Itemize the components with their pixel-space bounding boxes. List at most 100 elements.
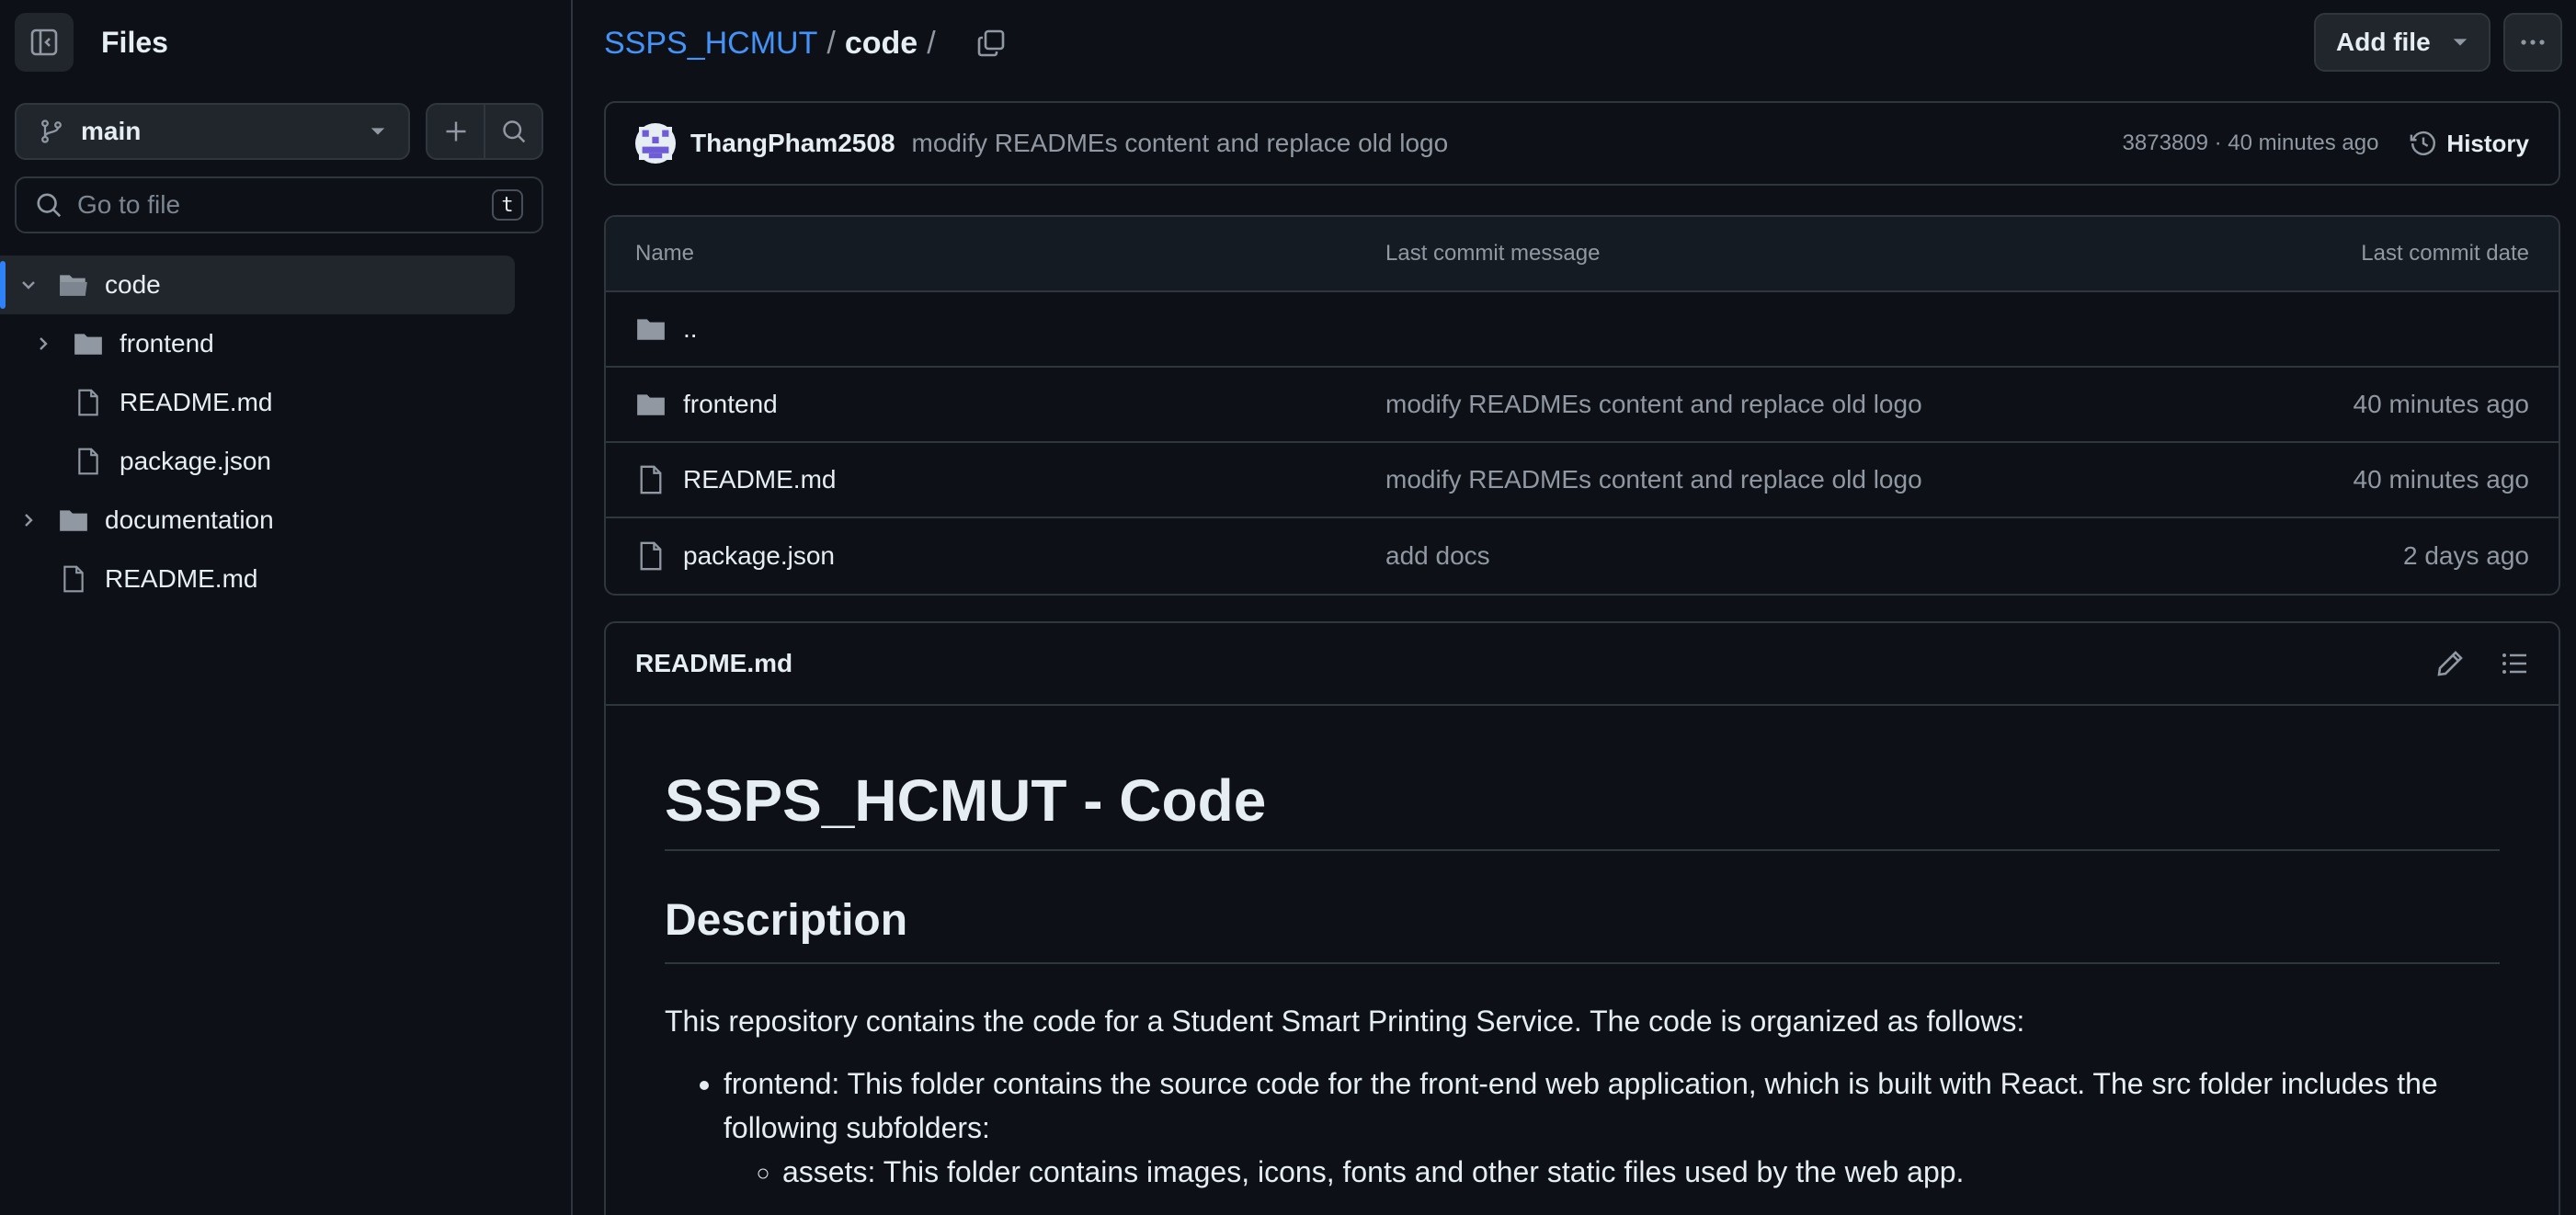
search-tree-button[interactable]	[485, 105, 541, 158]
file-link[interactable]: README.md	[683, 465, 836, 494]
file-icon	[70, 448, 107, 475]
history-button[interactable]: History	[2410, 130, 2529, 158]
copy-path-button[interactable]	[976, 28, 1006, 58]
readme-h1: SSPS_HCMUT - Code	[665, 706, 2500, 852]
tree-item-label: README.md	[120, 388, 273, 416]
breadcrumb-repo-link[interactable]: SSPS_HCMUT	[604, 26, 817, 62]
commit-message-link[interactable]: modify READMEs content and replace old l…	[1385, 390, 2228, 419]
column-date: Last commit date	[2361, 241, 2529, 266]
table-row[interactable]: README.md modify READMEs content and rep…	[606, 443, 2559, 518]
history-label: History	[2446, 129, 2529, 157]
go-to-file-input[interactable]	[77, 190, 492, 220]
search-icon	[502, 120, 525, 143]
column-name: Name	[635, 241, 695, 266]
readme-actions	[2435, 649, 2529, 678]
readme-h2: Description	[665, 897, 2500, 965]
search-icon	[37, 193, 62, 218]
sidebar-collapse-icon	[30, 28, 58, 56]
add-file-label: Add file	[2336, 28, 2431, 56]
readme-filename[interactable]: README.md	[635, 649, 792, 678]
edit-button[interactable]	[2435, 649, 2465, 678]
breadcrumb-separator: /	[927, 25, 936, 61]
folder-icon	[55, 506, 92, 534]
breadcrumb-separator: /	[826, 25, 836, 61]
list-item: assets: This folder contains images, ico…	[782, 1150, 2500, 1194]
more-options-button[interactable]	[2503, 13, 2562, 72]
table-header: Name Last commit message Last commit dat…	[606, 217, 2559, 292]
go-to-file: t	[15, 176, 543, 233]
tree-item-package-json[interactable]: package.json	[0, 432, 573, 491]
file-table: Name Last commit message Last commit dat…	[604, 215, 2560, 596]
sidebar-title: Files	[101, 25, 168, 59]
commit-message-link[interactable]: add docs	[1385, 541, 2228, 571]
caret-down-icon	[2453, 39, 2468, 46]
chevron-right-icon[interactable]	[29, 335, 57, 353]
outline-button[interactable]	[2500, 649, 2529, 678]
collapse-sidebar-button[interactable]	[15, 13, 74, 72]
readme-sublist: assets: This folder contains images, ico…	[724, 1150, 2500, 1194]
file-icon	[640, 465, 662, 494]
avatar[interactable]	[635, 123, 676, 164]
chevron-right-icon[interactable]	[15, 511, 42, 529]
add-file-button[interactable]: Add file	[2314, 13, 2491, 72]
file-link[interactable]: frontend	[683, 390, 778, 419]
commit-date: 40 minutes ago	[2353, 390, 2529, 418]
commit-message[interactable]: modify READMEs content and replace old l…	[912, 129, 2123, 158]
file-link[interactable]: package.json	[683, 541, 835, 571]
chevron-down-icon[interactable]	[15, 276, 42, 294]
tree-item-label: README.md	[105, 564, 258, 593]
table-row[interactable]: frontend modify READMEs content and repl…	[606, 368, 2559, 443]
folder-icon	[637, 319, 665, 340]
readme-list: frontend: This folder contains the sourc…	[665, 1062, 2500, 1194]
git-branch-icon	[41, 119, 62, 143]
sidebar-header: Files	[15, 13, 168, 72]
list-item: frontend: This folder contains the sourc…	[724, 1062, 2500, 1194]
add-file-tree-button[interactable]	[427, 105, 485, 158]
file-icon	[55, 565, 92, 593]
file-tree: code frontend README.md package.json doc…	[0, 255, 573, 608]
tree-item-label: documentation	[105, 505, 274, 534]
tree-item-label: package.json	[120, 447, 272, 475]
kebab-horizontal-icon	[2521, 40, 2545, 45]
commit-author[interactable]: ThangPham2508	[690, 129, 895, 158]
commit-meta[interactable]: 3873809 · 40 minutes ago	[2123, 131, 2379, 156]
file-tree-sidebar: Files main t code frontend READM	[0, 0, 573, 1215]
tree-item-label: code	[105, 270, 161, 299]
main-content: SSPS_HCMUT / code / Add file ThangPham25…	[604, 0, 2562, 1215]
column-message: Last commit message	[1385, 241, 1601, 266]
list-item-text: assets: This folder contains images, ico…	[782, 1155, 1965, 1189]
tree-item-readme-code[interactable]: README.md	[0, 373, 573, 432]
pencil-icon	[2437, 651, 2463, 676]
file-icon	[70, 389, 107, 416]
tree-actions	[426, 103, 543, 160]
tree-item-frontend[interactable]: frontend	[0, 314, 573, 373]
plus-icon	[446, 121, 465, 142]
table-row[interactable]: package.json add docs 2 days ago	[606, 518, 2559, 594]
commit-message-link[interactable]: modify READMEs content and replace old l…	[1385, 465, 2228, 494]
copy-icon	[977, 29, 1004, 57]
parent-dir-link[interactable]: ..	[683, 314, 698, 344]
folder-open-icon	[55, 271, 92, 299]
breadcrumb-current: code	[844, 25, 918, 61]
readme-panel: README.md SSPS_HCMUT - Code Description …	[604, 621, 2560, 1215]
breadcrumb: SSPS_HCMUT / code /	[604, 20, 1006, 66]
name-cell: ..	[606, 314, 1385, 344]
file-icon	[640, 541, 662, 571]
readme-header: README.md	[606, 623, 2559, 706]
branch-selector[interactable]: main	[15, 103, 410, 160]
folder-icon	[637, 394, 665, 415]
name-cell: package.json	[606, 541, 1385, 571]
folder-icon	[70, 330, 107, 358]
table-row-parent[interactable]: ..	[606, 292, 2559, 368]
list-item-text: frontend: This folder contains the sourc…	[724, 1067, 2438, 1145]
tree-item-code[interactable]: code	[0, 255, 515, 314]
name-cell: README.md	[606, 465, 1385, 494]
branch-name: main	[81, 117, 142, 145]
readme-body: SSPS_HCMUT - Code Description This repos…	[606, 706, 2559, 1194]
commit-date: 2 days ago	[2403, 541, 2529, 570]
shortcut-key: t	[492, 189, 523, 221]
tree-item-documentation[interactable]: documentation	[0, 491, 573, 550]
readme-paragraph: This repository contains the code for a …	[665, 1005, 2025, 1039]
tree-item-readme-root[interactable]: README.md	[0, 550, 573, 608]
list-unordered-icon	[2502, 653, 2526, 674]
